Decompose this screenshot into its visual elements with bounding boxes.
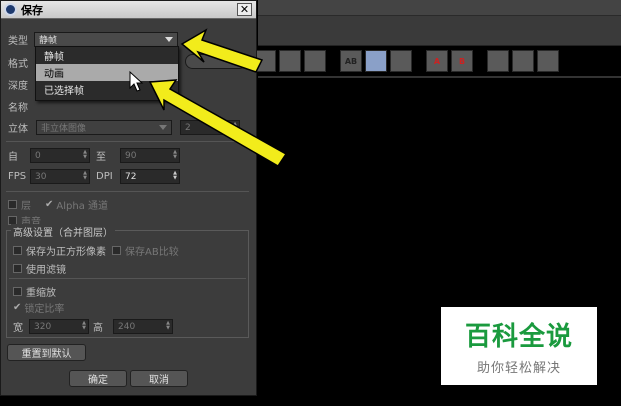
arrow-to-animation-item: [148, 79, 288, 168]
watermark-subtitle: 助你轻松解决: [476, 361, 561, 376]
cursor-icon: [129, 70, 144, 92]
arrow-to-type-select: [180, 28, 264, 73]
watermark-title: 百科全说: [464, 322, 573, 352]
watermark-logo: 百科全说 助你轻松解决: [441, 307, 597, 385]
